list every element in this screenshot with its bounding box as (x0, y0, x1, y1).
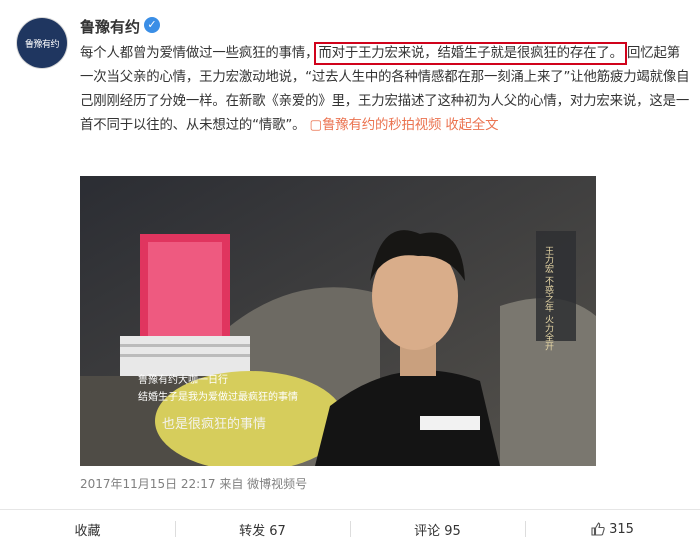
caption-line2: 结婚生子是我为爱做过最疯狂的事情 (138, 390, 298, 403)
author-name[interactable]: 鲁豫有约 (80, 16, 140, 37)
verified-icon: ✓ (144, 17, 160, 33)
comment-label: 评论 95 (414, 523, 461, 539)
favorite-label: 收藏 (74, 523, 101, 539)
like-button[interactable]: 315 (525, 510, 700, 548)
post-text: 每个人都曾为爱情做过一些疯狂的事情，而对于王力宏来说，结婚生子就是很疯狂的存在了… (80, 42, 692, 138)
post-meta: 2017年11月15日 22:17 来自 微博视频号 (80, 475, 307, 492)
collapse-text-link[interactable]: 收起全文 (445, 118, 498, 133)
thumbs-up-icon (591, 522, 605, 536)
video-frame: 王力宏 不惑之年 火力全开 鲁豫有约大咖一日行 结婚生子是我为爱做过最疯狂的事情… (80, 176, 596, 466)
favorite-button[interactable]: 收藏 (0, 510, 175, 548)
video-player[interactable]: 王力宏 不惑之年 火力全开 鲁豫有约大咖一日行 结婚生子是我为爱做过最疯狂的事情… (80, 176, 596, 466)
video-subtitle: 也是很疯狂的事情 (162, 416, 266, 432)
comment-button[interactable]: 评论 95 (350, 510, 525, 548)
side-caption: 王力宏 不惑之年 火力全开 (543, 246, 554, 352)
action-bar: 收藏 转发 67 评论 95 315 (0, 510, 700, 548)
repost-label: 转发 67 (239, 523, 286, 539)
highlighted-sentence: 而对于王力宏来说，结婚生子就是很疯狂的存在了。 (314, 42, 627, 65)
repost-button[interactable]: 转发 67 (175, 510, 350, 548)
like-count: 315 (609, 521, 634, 537)
post-timestamp[interactable]: 2017年11月15日 22:17 (80, 477, 215, 491)
source-prefix: 来自 (219, 477, 244, 491)
post-text-intro: 每个人都曾为爱情做过一些疯狂的事情， (80, 46, 319, 61)
video-link[interactable]: ▢鲁豫有约的秒拍视频 (310, 118, 442, 133)
post-source[interactable]: 微博视频号 (247, 477, 307, 491)
author-avatar[interactable]: 鲁豫有约 (17, 18, 67, 68)
caption-line1: 鲁豫有约大咖一日行 (138, 373, 228, 386)
avatar-text: 鲁豫有约 (24, 39, 60, 50)
video-link-icon: ▢ (309, 118, 323, 133)
